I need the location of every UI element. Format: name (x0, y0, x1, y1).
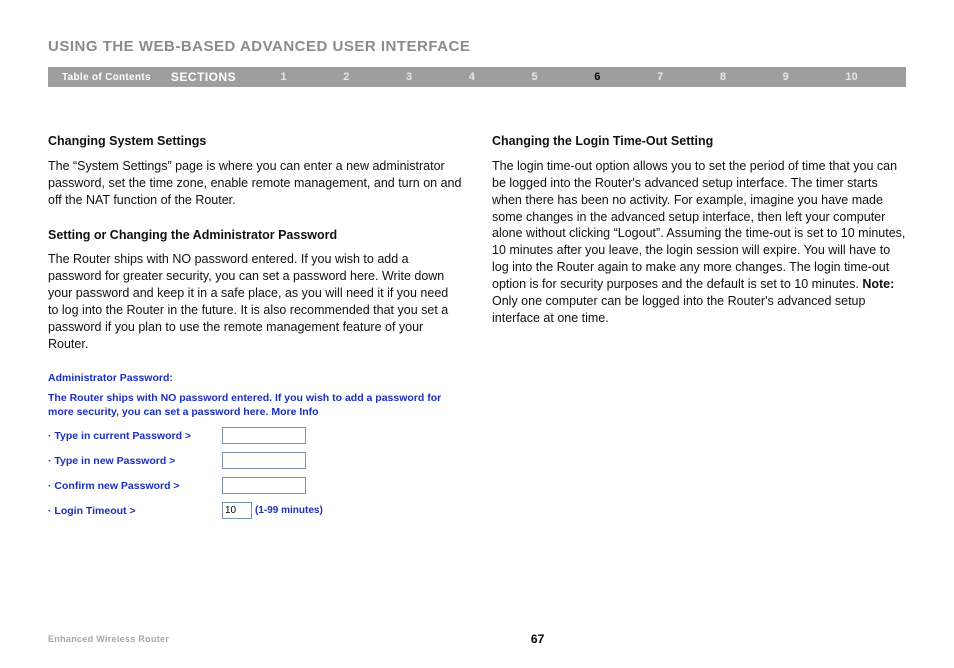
admin-panel-title: Administrator Password: (48, 371, 462, 385)
paragraph-system-settings: The “System Settings” page is where you … (48, 158, 462, 209)
row-login-timeout: · Login Timeout > (1-99 minutes) (48, 502, 462, 519)
row-new-password: · Type in new Password > (48, 452, 462, 469)
heading-admin-password: Setting or Changing the Administrator Pa… (48, 227, 462, 244)
nav-section-1[interactable]: 1 (280, 71, 286, 83)
footer-brand: Enhanced Wireless Router (48, 634, 169, 644)
nav-section-4[interactable]: 4 (469, 71, 475, 83)
input-login-timeout[interactable] (222, 502, 252, 519)
admin-desc-text: The Router ships with NO password entere… (48, 392, 441, 418)
heading-changing-system-settings: Changing System Settings (48, 133, 462, 150)
row-confirm-password: · Confirm new Password > (48, 477, 462, 494)
nav-sections-label: SECTIONS (165, 70, 252, 84)
row-current-password: · Type in current Password > (48, 427, 462, 444)
nav-section-10[interactable]: 10 (845, 71, 857, 83)
note-label: Note: (862, 277, 894, 291)
nav-toc-link[interactable]: Table of Contents (48, 72, 165, 83)
label-new-password: · Type in new Password > (48, 454, 222, 468)
nav-bar: Table of Contents SECTIONS 1 2 3 4 5 6 7 8 9 10 (48, 67, 906, 87)
page-header: USING THE WEB-BASED ADVANCED USER INTERF… (0, 0, 954, 67)
right-column: Changing the Login Time-Out Setting The … (492, 133, 906, 519)
paragraph-admin-password: The Router ships with NO password entere… (48, 251, 462, 352)
content-area: Changing System Settings The “System Set… (0, 87, 954, 519)
input-confirm-password[interactable] (222, 477, 306, 494)
label-login-timeout: · Login Timeout > (48, 504, 222, 518)
nav-section-8[interactable]: 8 (720, 71, 726, 83)
input-current-password[interactable] (222, 427, 306, 444)
admin-password-panel: Administrator Password: The Router ships… (48, 371, 462, 520)
more-info-link[interactable]: More Info (271, 406, 318, 418)
nav-section-2[interactable]: 2 (343, 71, 349, 83)
heading-login-timeout: Changing the Login Time-Out Setting (492, 133, 906, 150)
page-title: USING THE WEB-BASED ADVANCED USER INTERF… (48, 38, 906, 55)
timeout-text-b: Only one computer can be logged into the… (492, 294, 865, 325)
admin-panel-desc: The Router ships with NO password entere… (48, 391, 462, 419)
nav-section-numbers: 1 2 3 4 5 6 7 8 9 10 (252, 71, 906, 83)
page-footer: Enhanced Wireless Router 67 (48, 632, 906, 646)
label-current-password: · Type in current Password > (48, 429, 222, 443)
nav-section-9[interactable]: 9 (783, 71, 789, 83)
nav-section-6[interactable]: 6 (594, 71, 600, 83)
timeout-text-a: The login time-out option allows you to … (492, 159, 905, 291)
nav-section-5[interactable]: 5 (532, 71, 538, 83)
footer-page-number: 67 (169, 632, 906, 646)
nav-section-7[interactable]: 7 (657, 71, 663, 83)
left-column: Changing System Settings The “System Set… (48, 133, 462, 519)
input-new-password[interactable] (222, 452, 306, 469)
nav-section-3[interactable]: 3 (406, 71, 412, 83)
hint-login-timeout: (1-99 minutes) (255, 504, 323, 518)
label-confirm-password: · Confirm new Password > (48, 479, 222, 493)
paragraph-login-timeout: The login time-out option allows you to … (492, 158, 906, 327)
